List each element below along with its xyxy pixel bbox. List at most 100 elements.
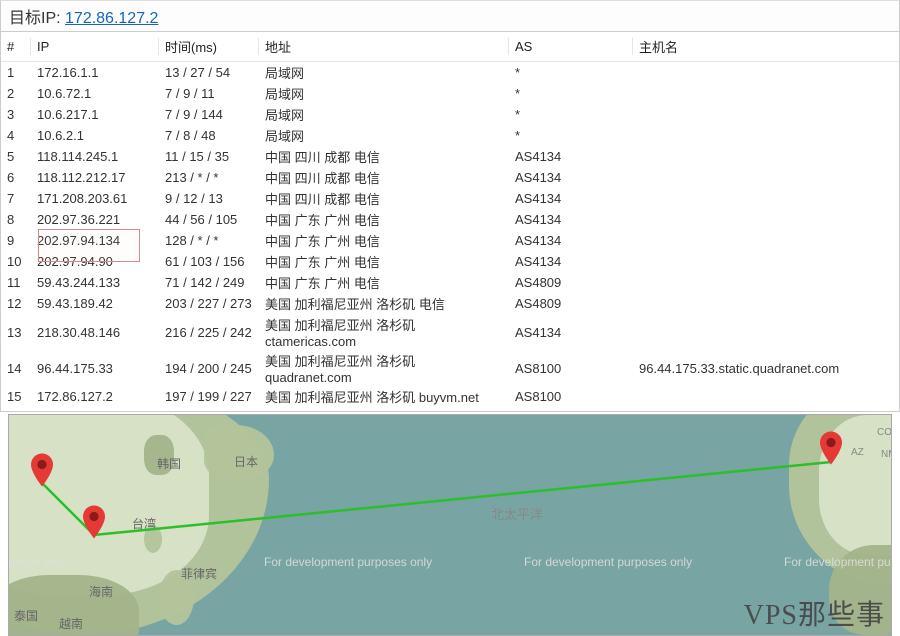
cell-ip: 172.86.127.2 (31, 386, 159, 407)
cell-time: 61 / 103 / 156 (159, 251, 259, 272)
cell-addr: 美国 加利福尼亚州 洛杉矶 quadranet.com (259, 350, 509, 386)
cell-ip: 218.30.48.146 (31, 314, 159, 350)
cell-host (633, 62, 899, 84)
cell-n: 6 (1, 167, 31, 188)
map-label-hainan: 海南 (89, 583, 113, 600)
cell-n: 14 (1, 350, 31, 386)
ocean-label: 北太平洋 (491, 504, 543, 523)
cell-addr: 美国 加利福尼亚州 洛杉矶 ctamericas.com (259, 314, 509, 350)
cell-host (633, 104, 899, 125)
cell-addr: 中国 四川 成都 电信 (259, 167, 509, 188)
table-row[interactable]: 8202.97.36.22144 / 56 / 105中国 广东 广州 电信AS… (1, 209, 899, 230)
cell-n: 5 (1, 146, 31, 167)
col-header-time[interactable]: 时间(ms) (159, 32, 259, 62)
target-ip-link[interactable]: 172.86.127.2 (65, 10, 158, 27)
cell-as: AS4134 (509, 314, 633, 350)
cell-time: 203 / 227 / 273 (159, 293, 259, 314)
cell-as: AS4134 (509, 146, 633, 167)
cell-n: 13 (1, 314, 31, 350)
cell-ip: 118.112.212.17 (31, 167, 159, 188)
cell-host (633, 167, 899, 188)
table-row[interactable]: 15172.86.127.2197 / 199 / 227美国 加利福尼亚州 洛… (1, 386, 899, 407)
cell-as: AS4809 (509, 293, 633, 314)
table-row[interactable]: 13218.30.48.146216 / 225 / 242美国 加利福尼亚州 … (1, 314, 899, 350)
cell-host (633, 386, 899, 407)
cell-addr: 美国 加利福尼亚州 洛杉矶 电信 (259, 293, 509, 314)
dev-text-1: development purposes only (8, 555, 66, 569)
cell-n: 11 (1, 272, 31, 293)
col-header-as[interactable]: AS (509, 32, 633, 62)
cell-addr: 中国 广东 广州 电信 (259, 230, 509, 251)
cell-n: 2 (1, 83, 31, 104)
map-label-th: 泰国 (14, 607, 38, 624)
cell-host (633, 83, 899, 104)
traceroute-table: # IP 时间(ms) 地址 AS 主机名 1172.16.1.113 / 27… (1, 32, 899, 407)
route-map[interactable]: 韩国 日本 台湾 菲律宾 越南 泰国 海南 AZ NM CO 北太平洋 deve… (8, 414, 892, 636)
cell-as: AS4134 (509, 167, 633, 188)
col-header-ip[interactable]: IP (31, 32, 159, 62)
cell-ip: 59.43.244.133 (31, 272, 159, 293)
cell-host (633, 293, 899, 314)
cell-n: 9 (1, 230, 31, 251)
map-marker-3[interactable] (820, 431, 842, 465)
cell-time: 7 / 9 / 11 (159, 83, 259, 104)
cell-ip: 202.97.94.90 (31, 251, 159, 272)
cell-time: 7 / 8 / 48 (159, 125, 259, 146)
cell-time: 13 / 27 / 54 (159, 62, 259, 84)
cell-as: AS4134 (509, 230, 633, 251)
cell-addr: 局域网 (259, 104, 509, 125)
table-row[interactable]: 9202.97.94.134128 / * / *中国 广东 广州 电信AS41… (1, 230, 899, 251)
cell-host (633, 209, 899, 230)
col-header-host[interactable]: 主机名 (633, 32, 899, 62)
cell-addr: 中国 广东 广州 电信 (259, 272, 509, 293)
col-header-addr[interactable]: 地址 (259, 32, 509, 62)
target-bar: 目标IP: 172.86.127.2 (0, 0, 900, 32)
table-row[interactable]: 10202.97.94.9061 / 103 / 156中国 广东 广州 电信A… (1, 251, 899, 272)
cell-ip: 202.97.36.221 (31, 209, 159, 230)
cell-ip: 10.6.72.1 (31, 83, 159, 104)
cell-addr: 中国 四川 成都 电信 (259, 146, 509, 167)
cell-ip: 10.6.2.1 (31, 125, 159, 146)
cell-addr: 局域网 (259, 125, 509, 146)
cell-ip: 59.43.189.42 (31, 293, 159, 314)
cell-n: 15 (1, 386, 31, 407)
map-label-korea: 韩国 (157, 455, 181, 472)
cell-as: * (509, 125, 633, 146)
cell-as: * (509, 104, 633, 125)
map-label-ph: 菲律宾 (181, 565, 217, 582)
table-row[interactable]: 5118.114.245.111 / 15 / 35中国 四川 成都 电信AS4… (1, 146, 899, 167)
cell-ip: 10.6.217.1 (31, 104, 159, 125)
cell-addr: 局域网 (259, 62, 509, 84)
table-row[interactable]: 6118.112.212.17213 / * / *中国 四川 成都 电信AS4… (1, 167, 899, 188)
cell-as: AS4134 (509, 188, 633, 209)
cell-time: 11 / 15 / 35 (159, 146, 259, 167)
dev-text-4: For development purp (784, 555, 892, 569)
map-label-vn: 越南 (59, 615, 83, 632)
table-row[interactable]: 310.6.217.17 / 9 / 144局域网* (1, 104, 899, 125)
cell-addr: 美国 加利福尼亚州 洛杉矶 buyvm.net (259, 386, 509, 407)
map-marker-2[interactable] (83, 505, 105, 539)
col-header-num[interactable]: # (1, 32, 31, 62)
cell-time: 71 / 142 / 249 (159, 272, 259, 293)
table-row[interactable]: 410.6.2.17 / 8 / 48局域网* (1, 125, 899, 146)
target-label: 目标IP: (9, 10, 65, 27)
cell-addr: 中国 广东 广州 电信 (259, 209, 509, 230)
map-label-japan: 日本 (234, 453, 258, 470)
cell-host (633, 272, 899, 293)
cell-ip: 96.44.175.33 (31, 350, 159, 386)
table-row[interactable]: 1496.44.175.33194 / 200 / 245美国 加利福尼亚州 洛… (1, 350, 899, 386)
table-row[interactable]: 210.6.72.17 / 9 / 11局域网* (1, 83, 899, 104)
table-row[interactable]: 7171.208.203.619 / 12 / 13中国 四川 成都 电信AS4… (1, 188, 899, 209)
cell-time: 194 / 200 / 245 (159, 350, 259, 386)
map-marker-1[interactable] (31, 453, 53, 487)
table-row[interactable]: 1159.43.244.13371 / 142 / 249中国 广东 广州 电信… (1, 272, 899, 293)
cell-ip: 172.16.1.1 (31, 62, 159, 84)
table-row[interactable]: 1172.16.1.113 / 27 / 54局域网* (1, 62, 899, 84)
cell-time: 216 / 225 / 242 (159, 314, 259, 350)
cell-host (633, 230, 899, 251)
cell-time: 7 / 9 / 144 (159, 104, 259, 125)
table-row[interactable]: 1259.43.189.42203 / 227 / 273美国 加利福尼亚州 洛… (1, 293, 899, 314)
map-label-taiwan: 台湾 (132, 515, 156, 532)
cell-n: 1 (1, 62, 31, 84)
cell-as: * (509, 62, 633, 84)
